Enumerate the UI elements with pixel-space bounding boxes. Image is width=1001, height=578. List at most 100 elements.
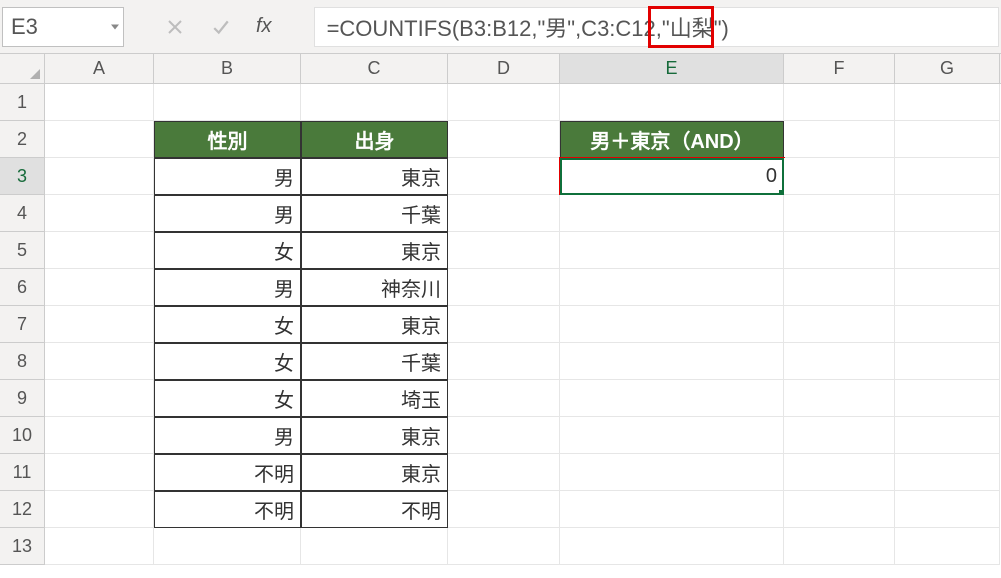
col-header-E[interactable]: E	[560, 54, 784, 83]
cell-D8[interactable]	[448, 343, 560, 380]
cell-E4[interactable]	[560, 195, 784, 232]
row-header-11[interactable]: 11	[0, 454, 45, 491]
cell-D12[interactable]	[448, 491, 560, 528]
cell-G9[interactable]	[895, 380, 1000, 417]
cell-E13[interactable]	[560, 528, 784, 565]
cell-D1[interactable]	[448, 84, 560, 121]
cell-D7[interactable]	[448, 306, 560, 343]
cell-B11[interactable]: 不明	[154, 454, 301, 491]
cell-D2[interactable]	[448, 121, 560, 158]
row-header-5[interactable]: 5	[0, 232, 45, 269]
cell-A11[interactable]	[45, 454, 154, 491]
cell-C1[interactable]	[301, 84, 448, 121]
cell-G10[interactable]	[895, 417, 1000, 454]
row-header-12[interactable]: 12	[0, 491, 45, 528]
cell-B2[interactable]: 性別	[154, 121, 301, 158]
cell-B8[interactable]: 女	[154, 343, 301, 380]
cell-B12[interactable]: 不明	[154, 491, 301, 528]
cell-A7[interactable]	[45, 306, 154, 343]
col-header-C[interactable]: C	[301, 54, 448, 83]
cell-C12[interactable]: 不明	[301, 491, 448, 528]
cell-F1[interactable]	[784, 84, 895, 121]
cell-B9[interactable]: 女	[154, 380, 301, 417]
cell-C5[interactable]: 東京	[301, 232, 448, 269]
row-header-6[interactable]: 6	[0, 269, 45, 306]
cell-F7[interactable]	[784, 306, 895, 343]
cell-F12[interactable]	[784, 491, 895, 528]
row-header-7[interactable]: 7	[0, 306, 45, 343]
cell-D13[interactable]	[448, 528, 560, 565]
cell-E1[interactable]	[560, 84, 784, 121]
row-header-9[interactable]: 9	[0, 380, 45, 417]
chevron-down-icon[interactable]	[111, 24, 119, 29]
col-header-F[interactable]: F	[784, 54, 895, 83]
formula-input[interactable]: =COUNTIFS(B3:B12,"男",C3:C12,"山梨")	[314, 7, 999, 47]
cell-E10[interactable]	[560, 417, 784, 454]
cell-A12[interactable]	[45, 491, 154, 528]
col-header-B[interactable]: B	[154, 54, 301, 83]
cell-F3[interactable]	[784, 158, 895, 195]
cell-G6[interactable]	[895, 269, 1000, 306]
cell-E12[interactable]	[560, 491, 784, 528]
cell-G13[interactable]	[895, 528, 1000, 565]
cell-A13[interactable]	[45, 528, 154, 565]
row-header-4[interactable]: 4	[0, 195, 45, 232]
cell-A9[interactable]	[45, 380, 154, 417]
cell-C2[interactable]: 出身	[301, 121, 448, 158]
cell-G4[interactable]	[895, 195, 1000, 232]
row-header-2[interactable]: 2	[0, 121, 45, 158]
cell-B6[interactable]: 男	[154, 269, 301, 306]
cell-D11[interactable]	[448, 454, 560, 491]
cell-B10[interactable]: 男	[154, 417, 301, 454]
cell-D6[interactable]	[448, 269, 560, 306]
cell-A4[interactable]	[45, 195, 154, 232]
cell-D5[interactable]	[448, 232, 560, 269]
cell-C4[interactable]: 千葉	[301, 195, 448, 232]
cell-F6[interactable]	[784, 269, 895, 306]
cell-A2[interactable]	[45, 121, 154, 158]
cell-G11[interactable]	[895, 454, 1000, 491]
enter-icon[interactable]	[210, 16, 232, 38]
cell-A1[interactable]	[45, 84, 154, 121]
cell-B7[interactable]: 女	[154, 306, 301, 343]
cell-C7[interactable]: 東京	[301, 306, 448, 343]
cell-G12[interactable]	[895, 491, 1000, 528]
cell-C13[interactable]	[301, 528, 448, 565]
cell-F10[interactable]	[784, 417, 895, 454]
cell-G2[interactable]	[895, 121, 1000, 158]
cell-D3[interactable]	[448, 158, 560, 195]
cell-C8[interactable]: 千葉	[301, 343, 448, 380]
cell-F9[interactable]	[784, 380, 895, 417]
cell-G3[interactable]	[895, 158, 1000, 195]
cell-E8[interactable]	[560, 343, 784, 380]
select-all-corner[interactable]	[0, 54, 45, 83]
cell-C11[interactable]: 東京	[301, 454, 448, 491]
cell-E2[interactable]: 男＋東京（AND）	[560, 121, 784, 158]
row-header-10[interactable]: 10	[0, 417, 45, 454]
cell-D9[interactable]	[448, 380, 560, 417]
cell-B4[interactable]: 男	[154, 195, 301, 232]
row-header-8[interactable]: 8	[0, 343, 45, 380]
cell-E7[interactable]	[560, 306, 784, 343]
cell-B13[interactable]	[154, 528, 301, 565]
row-header-1[interactable]: 1	[0, 84, 45, 121]
cell-G8[interactable]	[895, 343, 1000, 380]
cell-E9[interactable]	[560, 380, 784, 417]
cell-A10[interactable]	[45, 417, 154, 454]
cell-G5[interactable]	[895, 232, 1000, 269]
cancel-icon[interactable]	[164, 16, 186, 38]
name-box[interactable]: E3	[2, 7, 124, 47]
cell-A8[interactable]	[45, 343, 154, 380]
cell-C6[interactable]: 神奈川	[301, 269, 448, 306]
cell-D10[interactable]	[448, 417, 560, 454]
cell-C10[interactable]: 東京	[301, 417, 448, 454]
cell-E6[interactable]	[560, 269, 784, 306]
cell-G7[interactable]	[895, 306, 1000, 343]
fx-icon[interactable]: fx	[256, 15, 272, 38]
cell-C3[interactable]: 東京	[301, 158, 448, 195]
cell-F5[interactable]	[784, 232, 895, 269]
cell-F13[interactable]	[784, 528, 895, 565]
cell-F4[interactable]	[784, 195, 895, 232]
cell-D4[interactable]	[448, 195, 560, 232]
cell-F11[interactable]	[784, 454, 895, 491]
